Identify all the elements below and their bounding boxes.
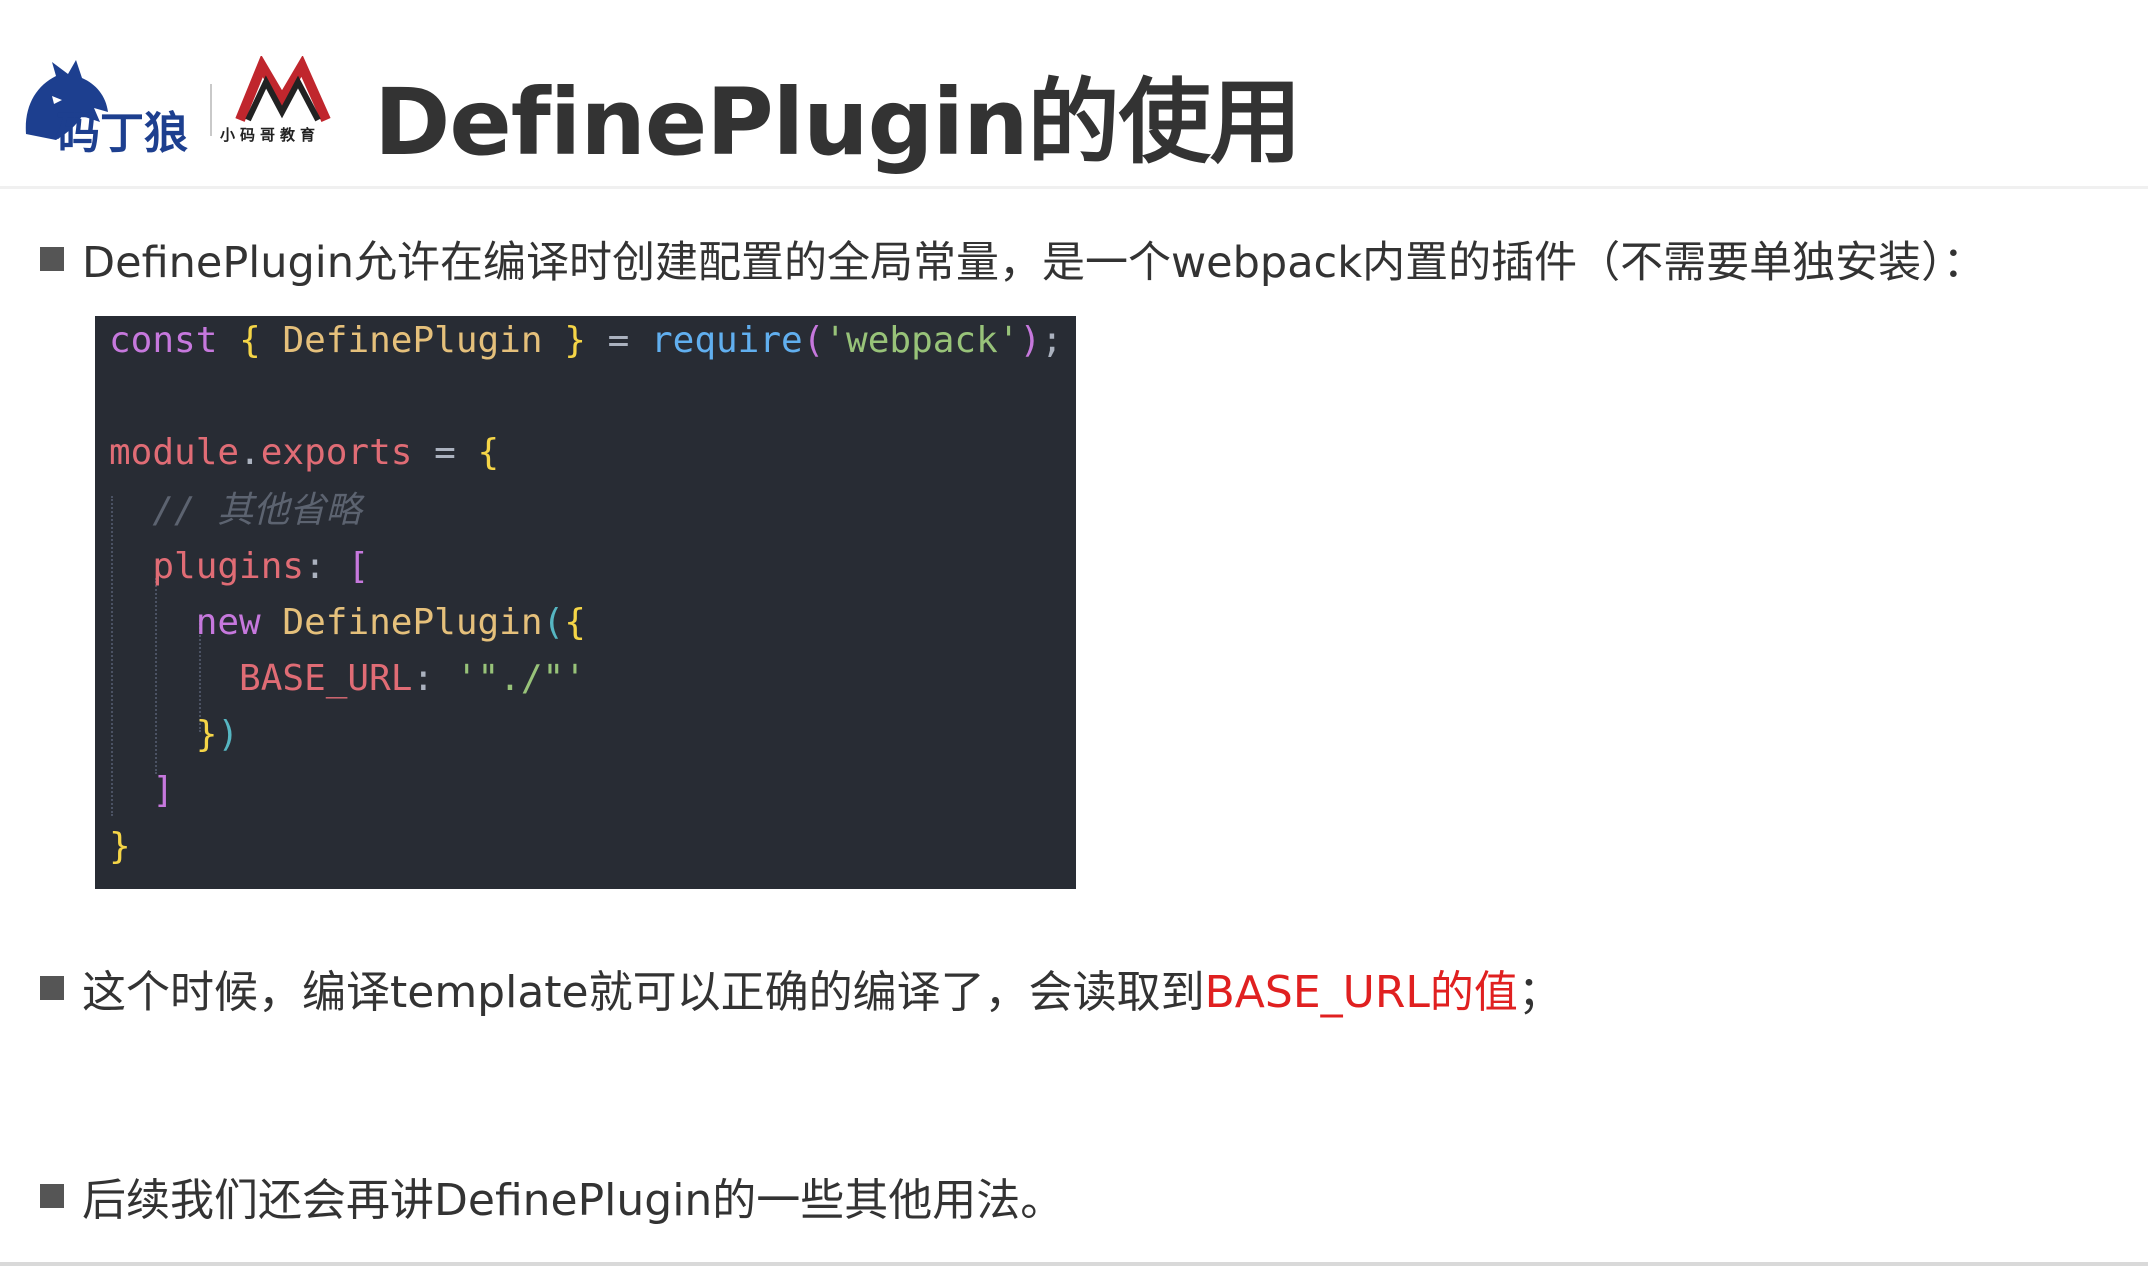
bullet-text: 后续我们还会再讲DefinePlugin的一些其他用法。 xyxy=(82,1175,1065,1226)
wolf-logo-icon: 码丁狼 xyxy=(25,60,188,156)
bullet-square-icon xyxy=(40,976,64,1000)
code-line: module.exports = { xyxy=(109,432,500,473)
bottom-divider xyxy=(0,1262,2148,1266)
code-line: // 其他省略 xyxy=(152,490,362,531)
code-line: new DefinePlugin({ xyxy=(195,602,586,643)
code-block: const { DefinePlugin } = require('webpac… xyxy=(95,316,1076,889)
code-line: const { DefinePlugin } = require('webpac… xyxy=(109,320,1063,361)
bullet-square-icon xyxy=(40,1184,64,1208)
bullet-item: 后续我们还会再讲DefinePlugin的一些其他用法。 xyxy=(40,1164,1064,1228)
bullet-square-icon xyxy=(40,247,64,271)
bullet-highlight: BASE_URL的值 xyxy=(1204,967,1518,1018)
bullet-item: 这个时候，编译template就可以正确的编译了，会读取到 BASE_URL的值； xyxy=(40,956,1562,1020)
bullet-text: 这个时候，编译template就可以正确的编译了，会读取到 xyxy=(82,967,1205,1018)
bullet-item: DefinePlugin允许在编译时创建配置的全局常量，是一个webpack内置… xyxy=(40,228,1986,290)
code-line: ] xyxy=(152,770,175,811)
code-line: }) xyxy=(195,714,240,755)
wolf-logo-text: 码丁狼 xyxy=(56,108,188,156)
code-line: plugins: [ xyxy=(152,546,370,587)
page-title: DefinePlugin的使用 xyxy=(374,69,1302,176)
slide-header: 码丁狼 小码哥教育 DefinePlugin的使用 xyxy=(0,0,2148,189)
logo-divider xyxy=(210,84,212,136)
bullet-text-end: ； xyxy=(1517,967,1562,1018)
m-logo-text: 小码哥教育 xyxy=(220,126,321,144)
bullet-text: DefinePlugin允许在编译时创建配置的全局常量，是一个webpack内置… xyxy=(82,238,1986,288)
code-line: BASE_URL: '"./"' xyxy=(239,658,586,699)
code-line: } xyxy=(109,826,131,867)
